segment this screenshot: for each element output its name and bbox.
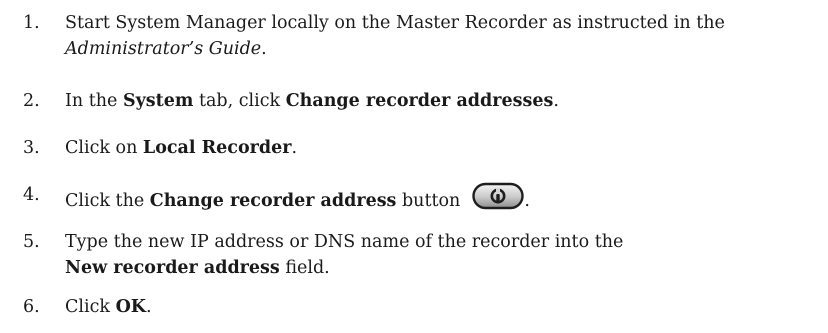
step-number: 3. bbox=[23, 138, 40, 158]
step-text: In the System tab, click Change recorder… bbox=[65, 88, 828, 114]
step-text: Click on Local Recorder. bbox=[65, 135, 828, 161]
step-text-part: tab, click bbox=[193, 91, 286, 111]
change-recorder-address-label: Change recorder address bbox=[149, 191, 397, 211]
system-tab-label: System bbox=[122, 91, 194, 111]
change-recorder-addresses-label: Change recorder addresses bbox=[285, 91, 554, 111]
step-text: Start System Manager locally on the Mast… bbox=[65, 10, 828, 62]
step-text: Click OK. bbox=[65, 294, 828, 320]
new-recorder-address-label: New recorder address bbox=[65, 258, 280, 278]
step-text-part: . bbox=[146, 297, 152, 317]
step-text-part: . bbox=[261, 39, 267, 59]
guide-title: Administrator’s Guide bbox=[65, 39, 262, 59]
step-text-part: Click the bbox=[65, 191, 150, 211]
step-text-part: In the bbox=[65, 91, 123, 111]
step-text-part: . bbox=[291, 138, 298, 158]
local-recorder-label: Local Recorder bbox=[142, 138, 292, 158]
step-text-part: Type the new IP address or DNS name of t… bbox=[65, 232, 624, 252]
step-text-part: field. bbox=[279, 258, 330, 278]
step-text: Click the Change recorder address button… bbox=[65, 182, 828, 214]
step-text-part: . bbox=[524, 191, 530, 211]
ok-label: OK bbox=[115, 297, 147, 317]
step-text-part: button bbox=[396, 191, 461, 211]
step-text-part: Click on bbox=[65, 138, 143, 158]
step-number: 5. bbox=[23, 232, 40, 252]
step-number: 2. bbox=[23, 91, 40, 111]
step-text-part: Click bbox=[65, 297, 116, 317]
step-text: Type the new IP address or DNS name of t… bbox=[65, 229, 828, 281]
step-text-part: Start System Manager locally on the Mast… bbox=[65, 13, 725, 33]
step-number: 6. bbox=[23, 297, 40, 317]
step-number: 1. bbox=[23, 13, 40, 33]
step-text-part: . bbox=[553, 91, 559, 111]
step-number: 4. bbox=[23, 185, 40, 205]
wrench-button-icon bbox=[472, 182, 525, 210]
